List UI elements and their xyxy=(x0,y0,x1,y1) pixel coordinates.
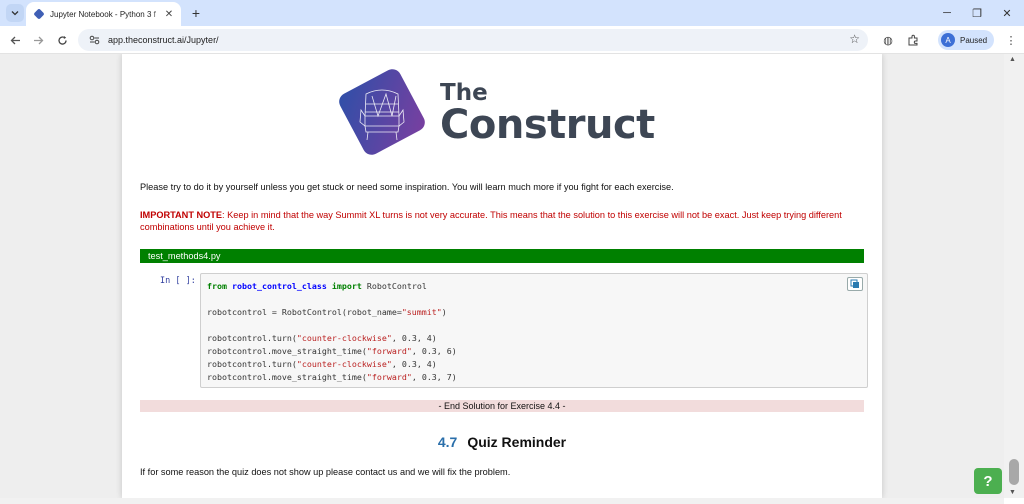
tab-search-button[interactable] xyxy=(6,4,24,22)
copy-code-button[interactable] xyxy=(847,277,863,291)
code-line: robotcontrol.move_straight_time("forward… xyxy=(207,346,457,356)
profile-button[interactable]: A Paused xyxy=(938,30,994,50)
the-construct-logo: The Construct xyxy=(336,66,676,161)
site-info-icon[interactable] xyxy=(88,34,100,46)
globe-icon[interactable]: ◍ xyxy=(880,32,896,48)
scrollbar-thumb[interactable] xyxy=(1009,459,1019,485)
tab-strip: Jupyter Notebook - Python 3 f ✕ + ─ ❐ ✕ xyxy=(0,0,1024,26)
scroll-down-icon[interactable]: ▼ xyxy=(1009,489,1016,496)
code-line: robotcontrol.turn("counter-clockwise", 0… xyxy=(207,359,437,369)
more-menu-icon[interactable]: ⋮ xyxy=(1003,32,1019,48)
quiz-note: If for some reason the quiz does not sho… xyxy=(140,467,511,477)
avatar: A xyxy=(941,33,955,47)
intro-paragraph: Please try to do it by yourself unless y… xyxy=(140,182,674,192)
arrow-left-icon xyxy=(10,36,20,44)
important-text: : Keep in mind that the way Summit XL tu… xyxy=(140,210,842,232)
active-tab[interactable]: Jupyter Notebook - Python 3 f ✕ xyxy=(26,2,181,26)
browser-toolbar: app.theconstruct.ai/Jupyter/ ☆ ◍ A Pause… xyxy=(0,26,1024,54)
minimize-button[interactable]: ─ xyxy=(938,4,956,22)
bookmark-star-icon[interactable]: ☆ xyxy=(849,32,860,46)
logo-text-construct: Construct xyxy=(440,102,655,148)
code-line: from robot_control_class import RobotCon… xyxy=(207,281,427,291)
tab-title: Jupyter Notebook - Python 3 f xyxy=(50,9,156,19)
section-number: 4.7 xyxy=(437,434,458,450)
arrow-right-icon xyxy=(33,36,43,44)
extensions-icon[interactable] xyxy=(905,32,921,48)
copy-icon xyxy=(850,279,859,288)
code-line: robotcontrol = RobotControl(robot_name="… xyxy=(207,307,447,317)
page-scrollbar[interactable]: ▲ ▼ xyxy=(1004,54,1024,498)
back-button[interactable] xyxy=(6,31,24,49)
forward-button[interactable] xyxy=(29,31,47,49)
close-window-button[interactable]: ✕ xyxy=(998,4,1016,22)
restore-button[interactable]: ❐ xyxy=(968,4,986,22)
address-bar[interactable]: app.theconstruct.ai/Jupyter/ ☆ xyxy=(78,29,868,51)
chevron-down-icon xyxy=(11,11,19,16)
code-cell[interactable]: from robot_control_class import RobotCon… xyxy=(200,273,868,388)
notebook-container: The Construct Please try to do it by you… xyxy=(122,54,882,498)
page-viewport: The Construct Please try to do it by you… xyxy=(0,54,1004,498)
file-name-bar: test_methods4.py xyxy=(140,249,864,263)
section-heading: 4.7 Quiz Reminder xyxy=(122,434,882,450)
reload-button[interactable] xyxy=(53,31,71,49)
url-text: app.theconstruct.ai/Jupyter/ xyxy=(108,35,219,45)
important-label: IMPORTANT NOTE xyxy=(140,210,223,220)
horizontal-scrollbar xyxy=(0,498,1004,504)
help-button[interactable]: ? xyxy=(974,468,1002,494)
profile-status: Paused xyxy=(960,35,988,45)
cell-prompt: In [ ]: xyxy=(160,276,196,286)
jupyter-favicon-icon xyxy=(34,9,44,19)
section-title: Quiz Reminder xyxy=(467,434,567,450)
important-note: IMPORTANT NOTE: Keep in mind that the wa… xyxy=(140,209,860,233)
reload-icon xyxy=(57,35,67,45)
new-tab-button[interactable]: + xyxy=(188,5,204,21)
scroll-up-icon[interactable]: ▲ xyxy=(1009,56,1016,63)
code-line: robotcontrol.move_straight_time("forward… xyxy=(207,372,457,382)
close-icon[interactable]: ✕ xyxy=(163,8,175,20)
end-solution-bar: - End Solution for Exercise 4.4 - xyxy=(140,400,864,412)
code-line: robotcontrol.turn("counter-clockwise", 0… xyxy=(207,333,437,343)
